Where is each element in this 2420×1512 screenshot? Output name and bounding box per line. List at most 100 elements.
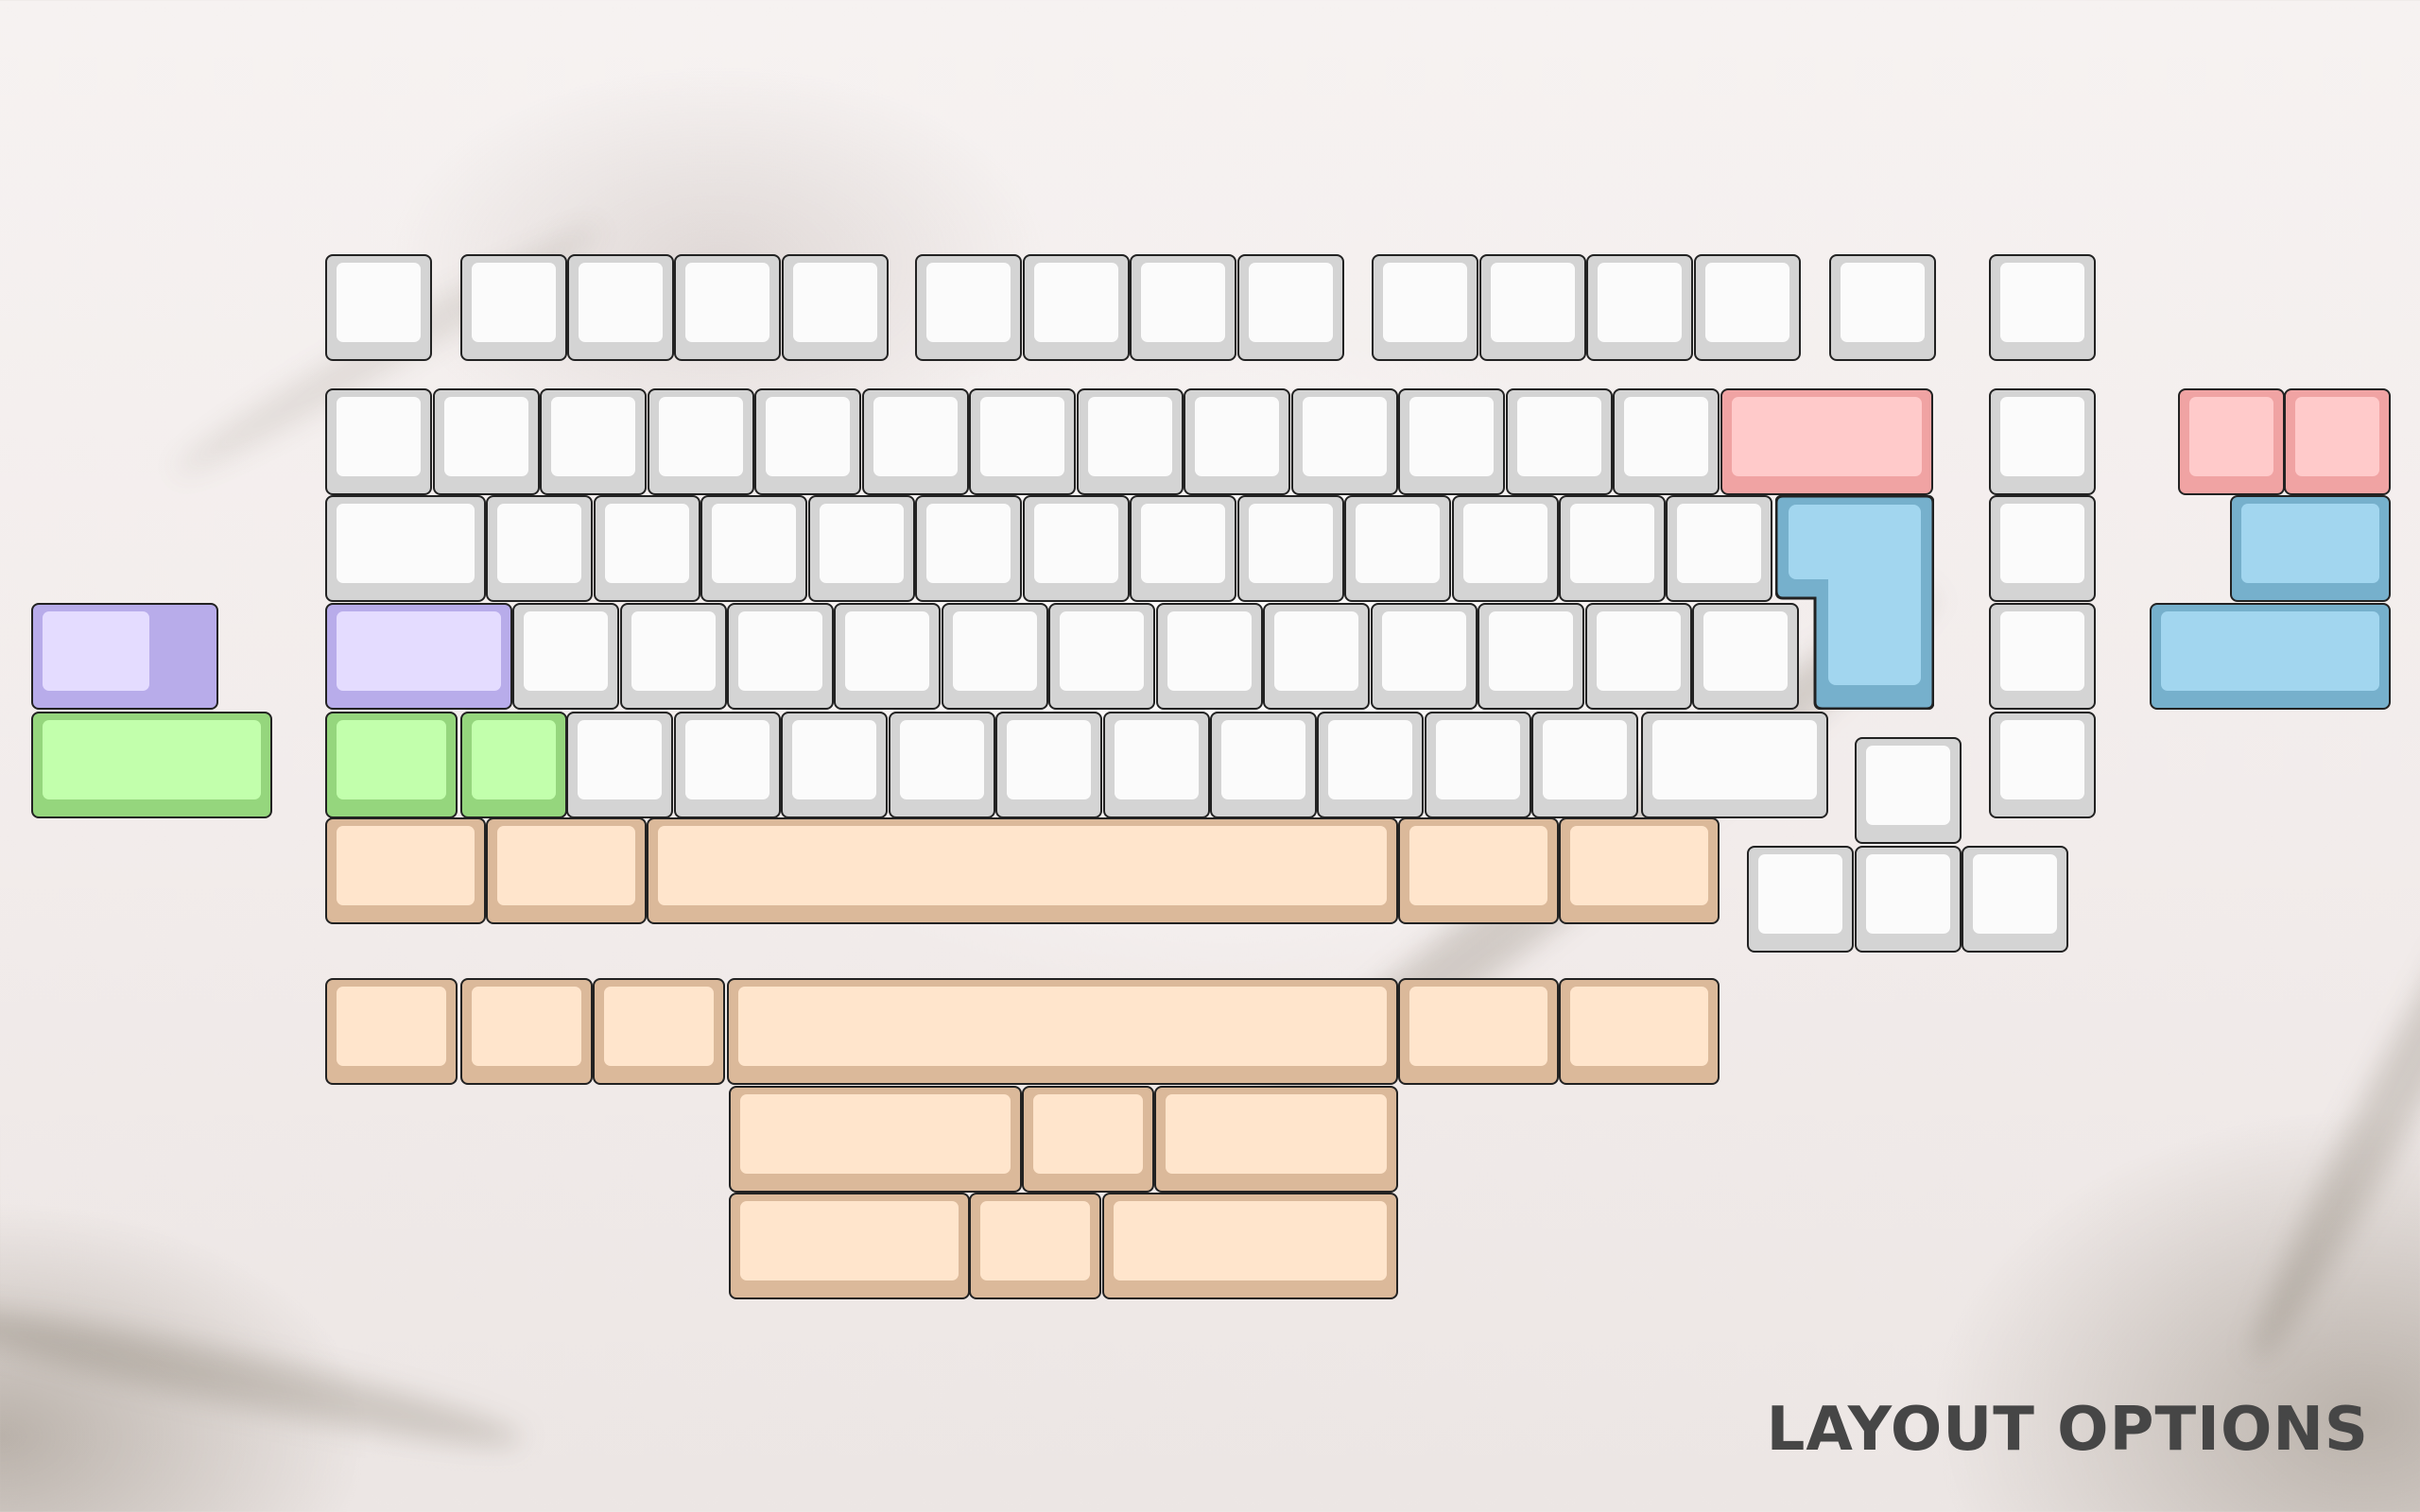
number-row-key-3	[540, 388, 647, 495]
keycap-top	[1705, 263, 1789, 342]
top-alpha-row-key-1	[325, 495, 486, 602]
keycap-top	[793, 263, 877, 342]
keycap-top	[712, 504, 796, 583]
keycap-top	[1034, 504, 1118, 583]
keycap-top	[1195, 397, 1279, 476]
function-row-key-5	[782, 254, 889, 361]
bottom-row-options-key-9	[727, 978, 1398, 1085]
function-row-key-8	[1130, 254, 1236, 361]
keycap-top	[472, 987, 581, 1066]
bottom-row-options-key-10	[1398, 978, 1559, 1085]
home-row-key-2	[620, 603, 727, 710]
layout-options-title: LAYOUT OPTIONS	[1766, 1395, 2369, 1465]
keycap-top	[980, 397, 1064, 476]
caps-lock-options-key-2	[325, 603, 512, 710]
keycap-top	[1033, 1094, 1143, 1174]
function-row-key-3	[567, 254, 674, 361]
keycap-top	[1409, 826, 1547, 905]
keycap-top	[1624, 397, 1708, 476]
keycap-top	[1677, 504, 1761, 583]
arrow-cluster-key-2	[1747, 846, 1854, 953]
keycap-top	[2241, 504, 2379, 583]
keycap-top	[953, 611, 1037, 691]
top-alpha-row-key-9	[1237, 495, 1344, 602]
keycap-top	[1303, 397, 1387, 476]
keycap-top	[631, 611, 716, 691]
number-row-key-13	[1613, 388, 1720, 495]
keycap-top	[1436, 720, 1520, 799]
keycap-top	[1703, 611, 1788, 691]
function-row-key-13	[1694, 254, 1801, 361]
keycap-top	[1383, 263, 1467, 342]
function-row-key-1	[325, 254, 432, 361]
bottom-row-options-key-8	[593, 978, 725, 1085]
keycap-top	[1491, 263, 1575, 342]
keycap-top	[740, 1201, 959, 1280]
keycap-top	[2189, 397, 2273, 476]
top-alpha-row-key-11	[1452, 495, 1559, 602]
keycap-top	[1866, 746, 1950, 825]
keycap-top	[1409, 397, 1494, 476]
function-row-key-12	[1586, 254, 1693, 361]
bottom-alpha-row-key-9	[1425, 712, 1531, 818]
keycap-top	[1866, 854, 1950, 934]
number-row-key-1	[325, 388, 432, 495]
keycap-top	[1732, 397, 1922, 476]
keycap-top	[551, 397, 635, 476]
bottom-alpha-row-key-4	[889, 712, 995, 818]
keycap-top	[1034, 263, 1118, 342]
keycap-top	[2000, 263, 2084, 342]
bottom-row-options-key-4	[1398, 817, 1559, 924]
keycap-top	[1167, 611, 1252, 691]
keycap-top	[926, 263, 1011, 342]
bottom-row-options-key-12	[729, 1086, 1022, 1193]
keycap-top	[766, 397, 850, 476]
keycap-top	[2000, 397, 2084, 476]
home-row-key-5	[942, 603, 1048, 710]
bottom-row-options-key-16	[969, 1193, 1101, 1299]
left-shift-options-key-3	[460, 712, 567, 818]
arrow-cluster-key-4	[1962, 846, 2068, 953]
home-row-key-3	[727, 603, 834, 710]
keycap-top	[1489, 611, 1573, 691]
keycap-top	[444, 397, 528, 476]
keycap-top	[1328, 720, 1412, 799]
bottom-alpha-row-key-10	[1531, 712, 1638, 818]
bottom-alpha-row-key-3	[781, 712, 888, 818]
number-row-key-14	[1989, 388, 2096, 495]
keycap-top	[1115, 720, 1199, 799]
number-row-key-9	[1184, 388, 1290, 495]
enter-options-key-1	[1775, 495, 1934, 710]
keycap-top	[738, 987, 1387, 1066]
keycap-top	[578, 720, 662, 799]
keycap-top	[497, 504, 581, 583]
keycap-top	[738, 611, 822, 691]
bottom-alpha-row-key-1	[566, 712, 673, 818]
number-row-key-8	[1077, 388, 1184, 495]
keycap-top	[337, 397, 421, 476]
top-alpha-row-key-6	[915, 495, 1022, 602]
keycap-top	[1517, 397, 1601, 476]
keycap-top	[605, 504, 689, 583]
keycap-top	[337, 263, 421, 342]
keycap-top	[685, 720, 769, 799]
home-row-key-13	[1989, 603, 2096, 710]
keycap-top	[1652, 720, 1817, 799]
caps-lock-options-key-1	[31, 603, 218, 710]
keycap-top	[1758, 854, 1842, 934]
bottom-row-options-key-5	[1559, 817, 1720, 924]
keycap-top	[1060, 611, 1144, 691]
keycap-top	[1841, 263, 1925, 342]
function-row-key-10	[1372, 254, 1478, 361]
keycap-top	[1598, 263, 1682, 342]
keycap-top	[820, 504, 904, 583]
keycap-top	[792, 720, 876, 799]
keycap-top	[1274, 611, 1358, 691]
home-row-key-7	[1156, 603, 1263, 710]
keycap-top	[873, 397, 958, 476]
function-row-key-9	[1237, 254, 1344, 361]
keycap-top	[685, 263, 769, 342]
home-row-key-8	[1263, 603, 1370, 710]
keycap-top	[2161, 611, 2379, 691]
bottom-row-options-key-6	[325, 978, 458, 1085]
